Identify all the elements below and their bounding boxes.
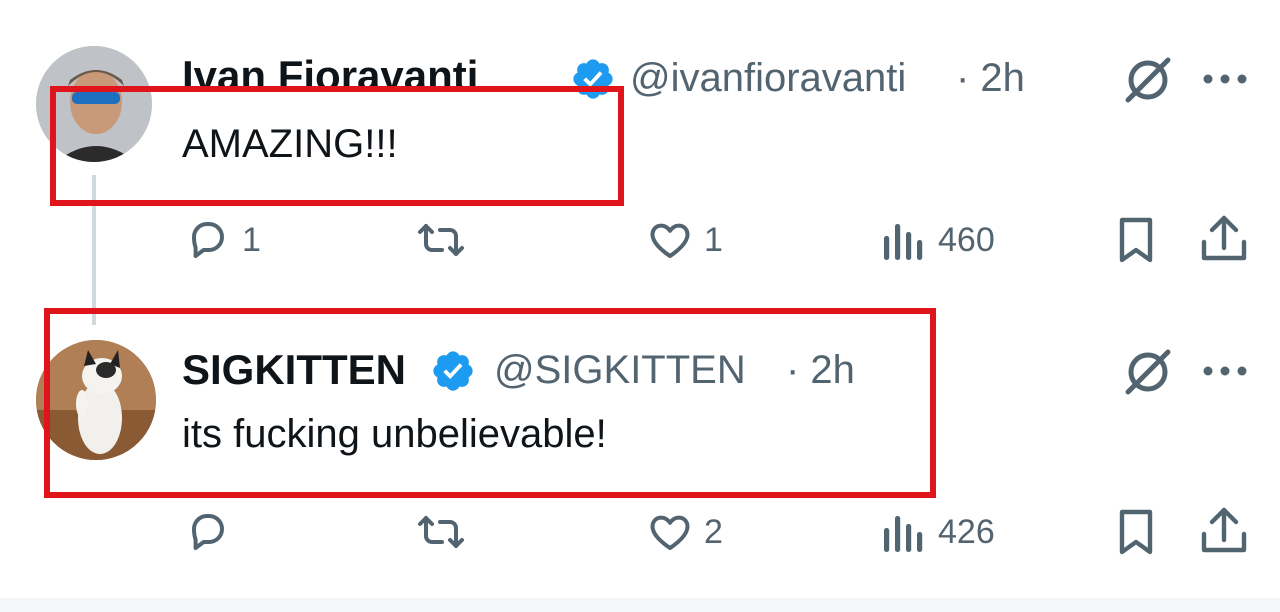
reply-button[interactable]: 1	[184, 216, 261, 264]
bookmark-icon	[1112, 506, 1160, 558]
reply-button[interactable]	[184, 508, 232, 561]
author-handle[interactable]: @ivanfioravanti	[630, 54, 906, 102]
timestamp[interactable]: · 2h	[956, 54, 1025, 102]
retweet-icon	[414, 508, 468, 556]
like-button[interactable]: 1	[646, 216, 723, 264]
like-count: 1	[704, 221, 723, 259]
like-count: 2	[704, 513, 723, 551]
more-icon[interactable]	[1200, 64, 1250, 94]
like-icon	[646, 508, 694, 556]
share-icon	[1198, 212, 1250, 266]
views-button[interactable]: 460	[882, 218, 995, 262]
more-icon[interactable]	[1200, 356, 1250, 386]
reply-icon	[184, 508, 232, 556]
divider	[0, 598, 1280, 612]
reply-count: 1	[242, 221, 261, 259]
bookmark-button[interactable]	[1112, 214, 1160, 271]
share-button[interactable]	[1198, 212, 1250, 271]
reply-icon	[184, 216, 232, 264]
like-button[interactable]: 2	[646, 508, 723, 556]
grok-icon[interactable]	[1120, 344, 1176, 400]
bookmark-icon	[1112, 214, 1160, 266]
view-count: 426	[938, 513, 995, 551]
grok-icon[interactable]	[1120, 52, 1176, 108]
retweet-button[interactable]	[414, 216, 468, 269]
retweet-button[interactable]	[414, 508, 468, 561]
views-button[interactable]: 426	[882, 510, 995, 554]
highlight-box-1	[50, 86, 624, 206]
bookmark-button[interactable]	[1112, 506, 1160, 563]
views-icon	[882, 218, 926, 262]
share-icon	[1198, 504, 1250, 558]
share-button[interactable]	[1198, 504, 1250, 563]
highlight-box-2	[44, 308, 936, 498]
like-icon	[646, 216, 694, 264]
views-icon	[882, 510, 926, 554]
retweet-icon	[414, 216, 468, 264]
view-count: 460	[938, 221, 995, 259]
